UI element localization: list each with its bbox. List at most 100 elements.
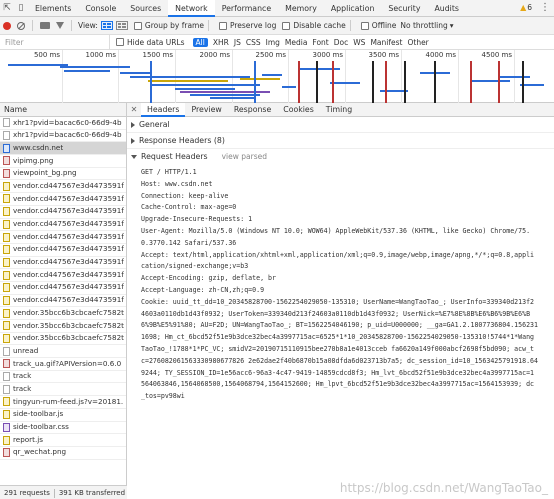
request-row[interactable]: report.js (0, 434, 126, 447)
request-row[interactable]: track (0, 383, 126, 397)
header-line: 6%9B%E5%91%80; AU=F2D; UN=WangTaoTao_; B… (141, 321, 538, 330)
type-filter-all[interactable]: All (192, 37, 208, 47)
tick-label: 4500 ms (481, 51, 512, 59)
tab-security[interactable]: Security (381, 0, 427, 17)
request-row[interactable]: xhr1?pvid=bacac6c0-66d9-4b (0, 117, 126, 130)
request-row[interactable]: tingyun-rum-feed.js?v=20181. (0, 396, 126, 409)
js-file-icon (3, 257, 10, 267)
request-row[interactable]: xhr1?pvid=bacac6c0-66d9-4b (0, 130, 126, 143)
request-row[interactable]: track_ua.gif?APIVersion=0.6.0 (0, 358, 126, 371)
js-file-icon (3, 194, 10, 204)
tick-label: 4000 ms (425, 51, 456, 59)
request-row[interactable]: vendor.cd447567e3d4473591f (0, 180, 126, 194)
tab-console[interactable]: Console (78, 0, 123, 17)
request-name: track (13, 383, 32, 393)
group-by-frame-checkbox[interactable]: Group by frame (133, 21, 204, 30)
tab-preview[interactable]: Preview (185, 103, 227, 117)
request-row[interactable]: vendor.cd447567e3d4473591f (0, 269, 126, 282)
request-row[interactable]: vendor.cd447567e3d4473591f (0, 231, 126, 244)
capture-screenshots-icon[interactable] (40, 22, 50, 29)
request-row[interactable]: vendor.cd447567e3d4473591f (0, 206, 126, 219)
type-filter-doc[interactable]: Doc (334, 38, 349, 47)
request-row[interactable]: vendor.cd447567e3d4473591f (0, 193, 126, 206)
js-file-icon (3, 219, 10, 229)
tab-response[interactable]: Response (228, 103, 277, 117)
record-icon (3, 21, 11, 30)
other-file-icon (3, 384, 10, 394)
more-options-icon[interactable]: ⋮ (540, 2, 550, 14)
tab-headers[interactable]: Headers (141, 103, 186, 117)
preserve-log-checkbox[interactable]: Preserve log (218, 21, 276, 30)
domcontentloaded-marker (254, 61, 256, 103)
request-row[interactable]: vendor.cd447567e3d4473591f (0, 244, 126, 257)
tab-memory[interactable]: Memory (278, 0, 324, 17)
request-name: track_ua.gif?APIVersion=0.6.0 (13, 358, 122, 368)
request-row[interactable]: viewpoint_bg.png (0, 168, 126, 181)
type-filter-ws[interactable]: WS (353, 38, 365, 47)
view-parsed-link[interactable]: view parsed (222, 149, 267, 165)
tab-audits[interactable]: Audits (427, 0, 466, 17)
offline-checkbox[interactable]: Offline (360, 21, 396, 30)
filter-icon[interactable] (56, 22, 64, 29)
network-overview-timeline[interactable]: 500 ms 1000 ms 1500 ms 2000 ms 2500 ms 3… (0, 50, 554, 103)
filter-input[interactable]: Filter (0, 34, 110, 50)
type-filter-img[interactable]: Img (266, 38, 280, 47)
request-row[interactable]: www.csdn.net (0, 142, 126, 156)
tab-network[interactable]: Network (168, 0, 215, 17)
type-filter-other[interactable]: Other (407, 38, 428, 47)
large-rows-view-icon[interactable] (100, 21, 113, 30)
waterfall-bar (300, 68, 340, 70)
tab-timing[interactable]: Timing (320, 103, 358, 117)
type-filter-css[interactable]: CSS (246, 38, 261, 47)
request-row[interactable]: vendor.cd447567e3d4473591f (0, 282, 126, 295)
response-headers-section-toggle[interactable]: Response Headers (8) (127, 133, 554, 149)
type-filter-font[interactable]: Font (312, 38, 328, 47)
tab-cookies[interactable]: Cookies (277, 103, 320, 117)
request-name: vendor.35bcc6b3cbcaefc7582t (13, 320, 124, 330)
request-row[interactable]: side-toolbar.js (0, 409, 126, 422)
throttling-select[interactable]: No throttling ▾ (400, 21, 453, 30)
js-file-icon (3, 321, 10, 331)
type-filter-manifest[interactable]: Manifest (370, 38, 402, 47)
overview-view-icon[interactable] (115, 21, 128, 30)
hide-data-urls-checkbox[interactable]: Hide data URLs (116, 38, 185, 47)
tick-label: 1000 ms (85, 51, 116, 59)
request-row[interactable]: vendor.35bcc6b3cbcaefc7582t (0, 320, 126, 333)
expand-arrow-icon (131, 137, 135, 144)
tab-performance[interactable]: Performance (215, 0, 278, 17)
load-event-marker (470, 61, 472, 103)
name-column-header[interactable]: Name (0, 103, 126, 117)
tick-gridline (458, 50, 459, 103)
record-button[interactable] (0, 17, 14, 35)
type-filter-xhr[interactable]: XHR (213, 38, 229, 47)
clear-button[interactable] (14, 17, 28, 35)
close-icon[interactable]: ✕ (127, 105, 141, 114)
type-filter-media[interactable]: Media (285, 38, 308, 47)
request-headers-section-toggle[interactable]: Request Headers view parsed (127, 149, 554, 165)
request-row[interactable]: vendor.cd447567e3d4473591f (0, 295, 126, 308)
request-row[interactable]: vipimg.png (0, 155, 126, 168)
request-row[interactable]: vendor.cd447567e3d4473591f (0, 219, 126, 232)
resource-type-filters: All XHR JS CSS Img Media Font Doc WS Man… (192, 37, 429, 47)
waterfall-bar (520, 84, 544, 86)
request-row[interactable]: vendor.cd447567e3d4473591f (0, 257, 126, 270)
request-row[interactable]: side-toolbar.css (0, 422, 126, 435)
request-row[interactable]: unread (0, 345, 126, 359)
disable-cache-checkbox[interactable]: Disable cache (282, 21, 346, 30)
request-row[interactable]: qr_wechat.png (0, 447, 126, 460)
request-row[interactable]: vendor.35bcc6b3cbcaefc7582t (0, 307, 126, 320)
network-toolbar: View: Group by frame Preserve log Disabl… (0, 17, 554, 35)
tab-elements[interactable]: Elements (28, 0, 78, 17)
view-label: View: (78, 21, 98, 30)
inspect-element-icon[interactable]: ⇱ (0, 0, 14, 17)
device-toolbar-icon[interactable]: ▯ (14, 0, 28, 17)
general-section-toggle[interactable]: General (127, 117, 554, 133)
request-row[interactable]: track (0, 371, 126, 384)
tab-sources[interactable]: Sources (123, 0, 168, 17)
warnings-badge[interactable]: ▲ 6 (520, 3, 532, 12)
img-file-icon (3, 156, 10, 166)
request-row[interactable]: vendor.35bcc6b3cbcaefc7582t (0, 333, 126, 346)
tab-application[interactable]: Application (324, 0, 382, 17)
toolbar-divider (32, 20, 33, 31)
type-filter-js[interactable]: JS (234, 38, 241, 47)
